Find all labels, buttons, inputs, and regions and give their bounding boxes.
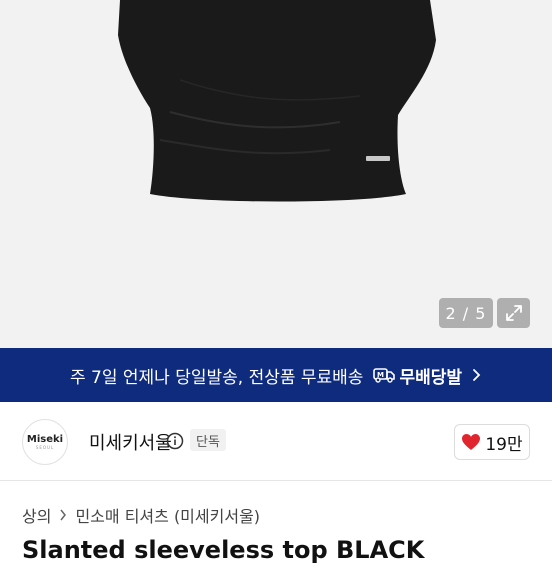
breadcrumb-item-subcategory[interactable]: 민소매 티셔츠 (미세키서울) bbox=[75, 503, 260, 527]
shipping-banner-text: 주 7일 언제나 당일발송, 전상품 무료배송 bbox=[69, 367, 364, 388]
gallery-counter: 2 / 5 bbox=[439, 298, 493, 328]
product-photo bbox=[118, 0, 436, 202]
product-image-gallery[interactable]: 2 / 5 bbox=[0, 0, 552, 348]
like-button[interactable]: 19만 bbox=[454, 424, 530, 460]
like-count: 19만 bbox=[485, 434, 523, 455]
info-icon[interactable] bbox=[166, 432, 184, 454]
brand-row: Miseki SEOUL 미세키서울 단독 19만 bbox=[0, 402, 552, 481]
shipping-banner[interactable]: 주 7일 언제나 당일발송, 전상품 무료배송 M 무배당발 bbox=[0, 348, 552, 402]
chevron-right-icon bbox=[472, 368, 482, 382]
brand-logo[interactable]: Miseki SEOUL bbox=[22, 419, 68, 465]
brand-logo-text: Miseki bbox=[26, 433, 64, 445]
expand-icon bbox=[505, 305, 522, 321]
product-title: Slanted sleeveless top BLACK bbox=[22, 536, 425, 564]
truck-icon: M bbox=[373, 366, 396, 384]
brand-name[interactable]: 미세키서울 bbox=[89, 429, 172, 455]
svg-text:M: M bbox=[377, 371, 384, 379]
gallery-counter-text: 2 / 5 bbox=[445, 303, 487, 323]
free-shipping-label: M 무배당발 bbox=[373, 363, 462, 388]
breadcrumb-item-category[interactable]: 상의 bbox=[22, 503, 51, 527]
free-shipping-text: 무배당발 bbox=[399, 367, 463, 388]
heart-icon bbox=[462, 434, 481, 450]
chevron-right-icon bbox=[59, 509, 67, 521]
breadcrumb: 상의 민소매 티셔츠 (미세키서울) bbox=[22, 503, 260, 527]
exclusive-badge: 단독 bbox=[190, 429, 226, 451]
brand-logo-sub: SEOUL bbox=[35, 444, 55, 450]
expand-button[interactable] bbox=[497, 298, 530, 328]
